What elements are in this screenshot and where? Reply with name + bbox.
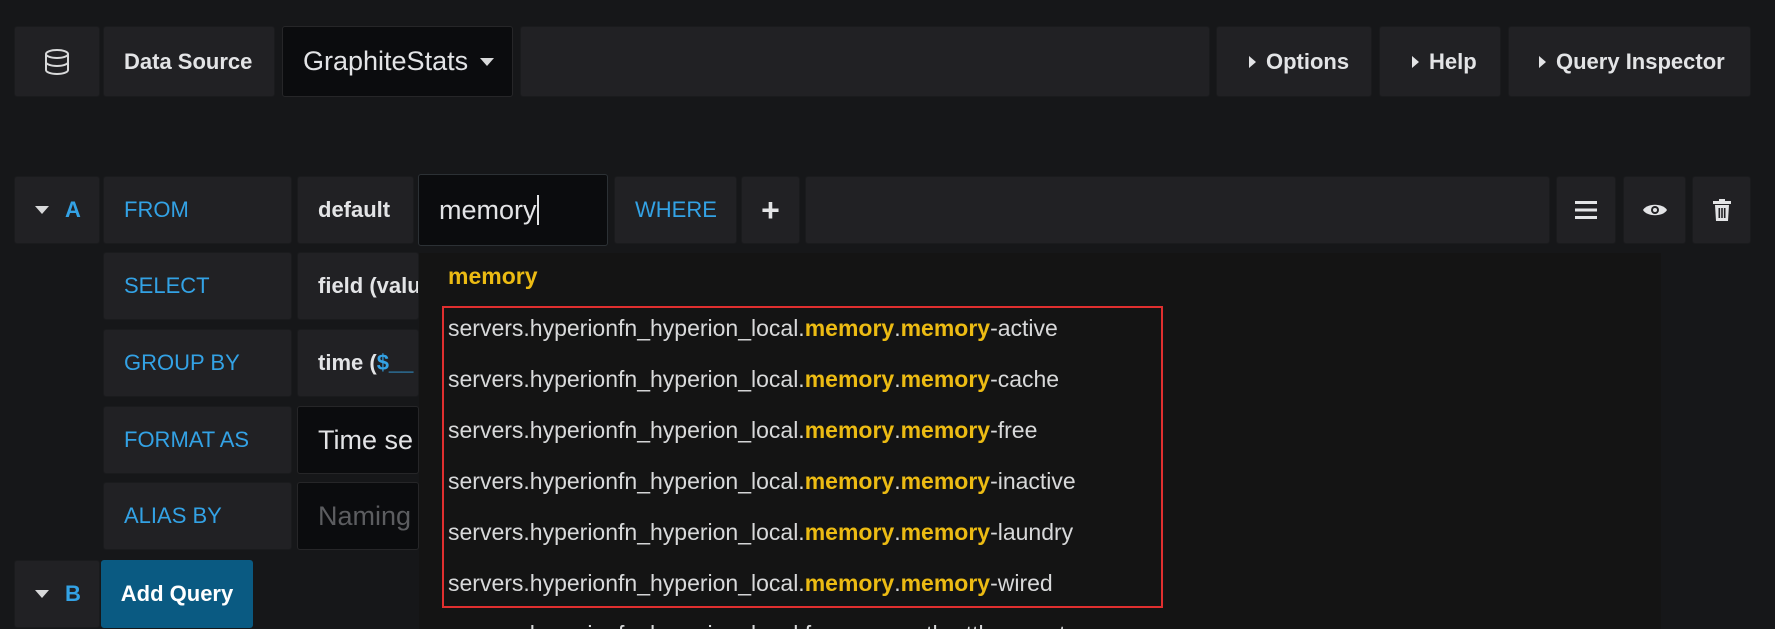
collapse-caret-icon bbox=[35, 206, 49, 214]
datasource-icon-button[interactable] bbox=[14, 26, 100, 97]
select-field-segment[interactable]: field (valu bbox=[297, 252, 419, 320]
measurement-input[interactable]: memory bbox=[418, 174, 608, 246]
caret-right-icon bbox=[1539, 55, 1546, 68]
add-query-button[interactable]: Add Query bbox=[101, 560, 253, 628]
query-inspector-label: Query Inspector bbox=[1556, 48, 1725, 74]
add-query-label: Add Query bbox=[120, 581, 234, 606]
item-text: servers.hyperionfn_hyperion_local.fs. bbox=[448, 621, 829, 629]
from-label: FROM bbox=[103, 176, 292, 244]
alias-by-input[interactable]: Naming bbox=[297, 482, 419, 550]
format-as-label: FORMAT AS bbox=[103, 406, 292, 474]
measurement-value: memory bbox=[439, 194, 537, 225]
delete-query-button[interactable] bbox=[1692, 176, 1751, 244]
trash-icon bbox=[1712, 199, 1731, 221]
group-by-time-segment[interactable]: time ($__ bbox=[297, 329, 419, 397]
query-a-letter: A bbox=[65, 197, 81, 222]
where-spacer bbox=[805, 176, 1550, 244]
options-button[interactable]: Options bbox=[1216, 26, 1372, 97]
format-as-value: Time se bbox=[318, 424, 414, 455]
alias-by-label: ALIAS BY bbox=[103, 482, 292, 550]
help-button[interactable]: Help bbox=[1379, 26, 1501, 97]
datasource-select[interactable]: GraphiteStats bbox=[282, 26, 513, 97]
datasource-label: Data Source bbox=[103, 26, 275, 97]
caret-right-icon bbox=[1249, 55, 1256, 68]
dropdown-item[interactable]: servers.hyperionfn_hyperion_local.fs.mem… bbox=[448, 621, 1066, 629]
text-cursor bbox=[536, 195, 539, 225]
add-where-button[interactable]: + bbox=[741, 176, 800, 244]
group-by-time-prefix: time ( bbox=[318, 350, 377, 375]
eye-icon bbox=[1642, 204, 1667, 216]
item-text: -throttle_count bbox=[918, 621, 1065, 629]
query-b-toggle[interactable]: B bbox=[14, 560, 100, 628]
retention-policy-select[interactable]: default bbox=[297, 176, 414, 244]
datasource-value: GraphiteStats bbox=[303, 46, 469, 76]
group-by-label: GROUP BY bbox=[103, 329, 292, 397]
toolbar-spacer bbox=[520, 26, 1210, 97]
alias-by-placeholder: Naming bbox=[318, 500, 412, 531]
options-label: Options bbox=[1266, 48, 1350, 74]
group-by-time-var: $__ bbox=[376, 350, 414, 375]
where-label: WHERE bbox=[614, 176, 737, 244]
select-label: SELECT bbox=[103, 252, 292, 320]
query-b-letter: B bbox=[65, 581, 81, 606]
query-inspector-button[interactable]: Query Inspector bbox=[1508, 26, 1751, 97]
format-as-select[interactable]: Time se bbox=[297, 406, 419, 474]
toggle-visibility-button[interactable] bbox=[1623, 176, 1686, 244]
menu-button[interactable] bbox=[1556, 176, 1616, 244]
hamburger-menu-icon bbox=[1575, 201, 1597, 219]
collapse-caret-icon bbox=[35, 590, 49, 598]
annotation-highlight-box bbox=[442, 306, 1163, 608]
query-a-toggle[interactable]: A bbox=[14, 176, 100, 244]
dropdown-header[interactable]: memory bbox=[448, 263, 537, 290]
database-icon bbox=[45, 48, 69, 75]
caret-right-icon bbox=[1412, 55, 1419, 68]
plus-icon: + bbox=[761, 191, 780, 228]
help-label: Help bbox=[1429, 48, 1477, 74]
chevron-down-icon bbox=[480, 57, 495, 66]
match-highlight: memory bbox=[829, 621, 918, 629]
